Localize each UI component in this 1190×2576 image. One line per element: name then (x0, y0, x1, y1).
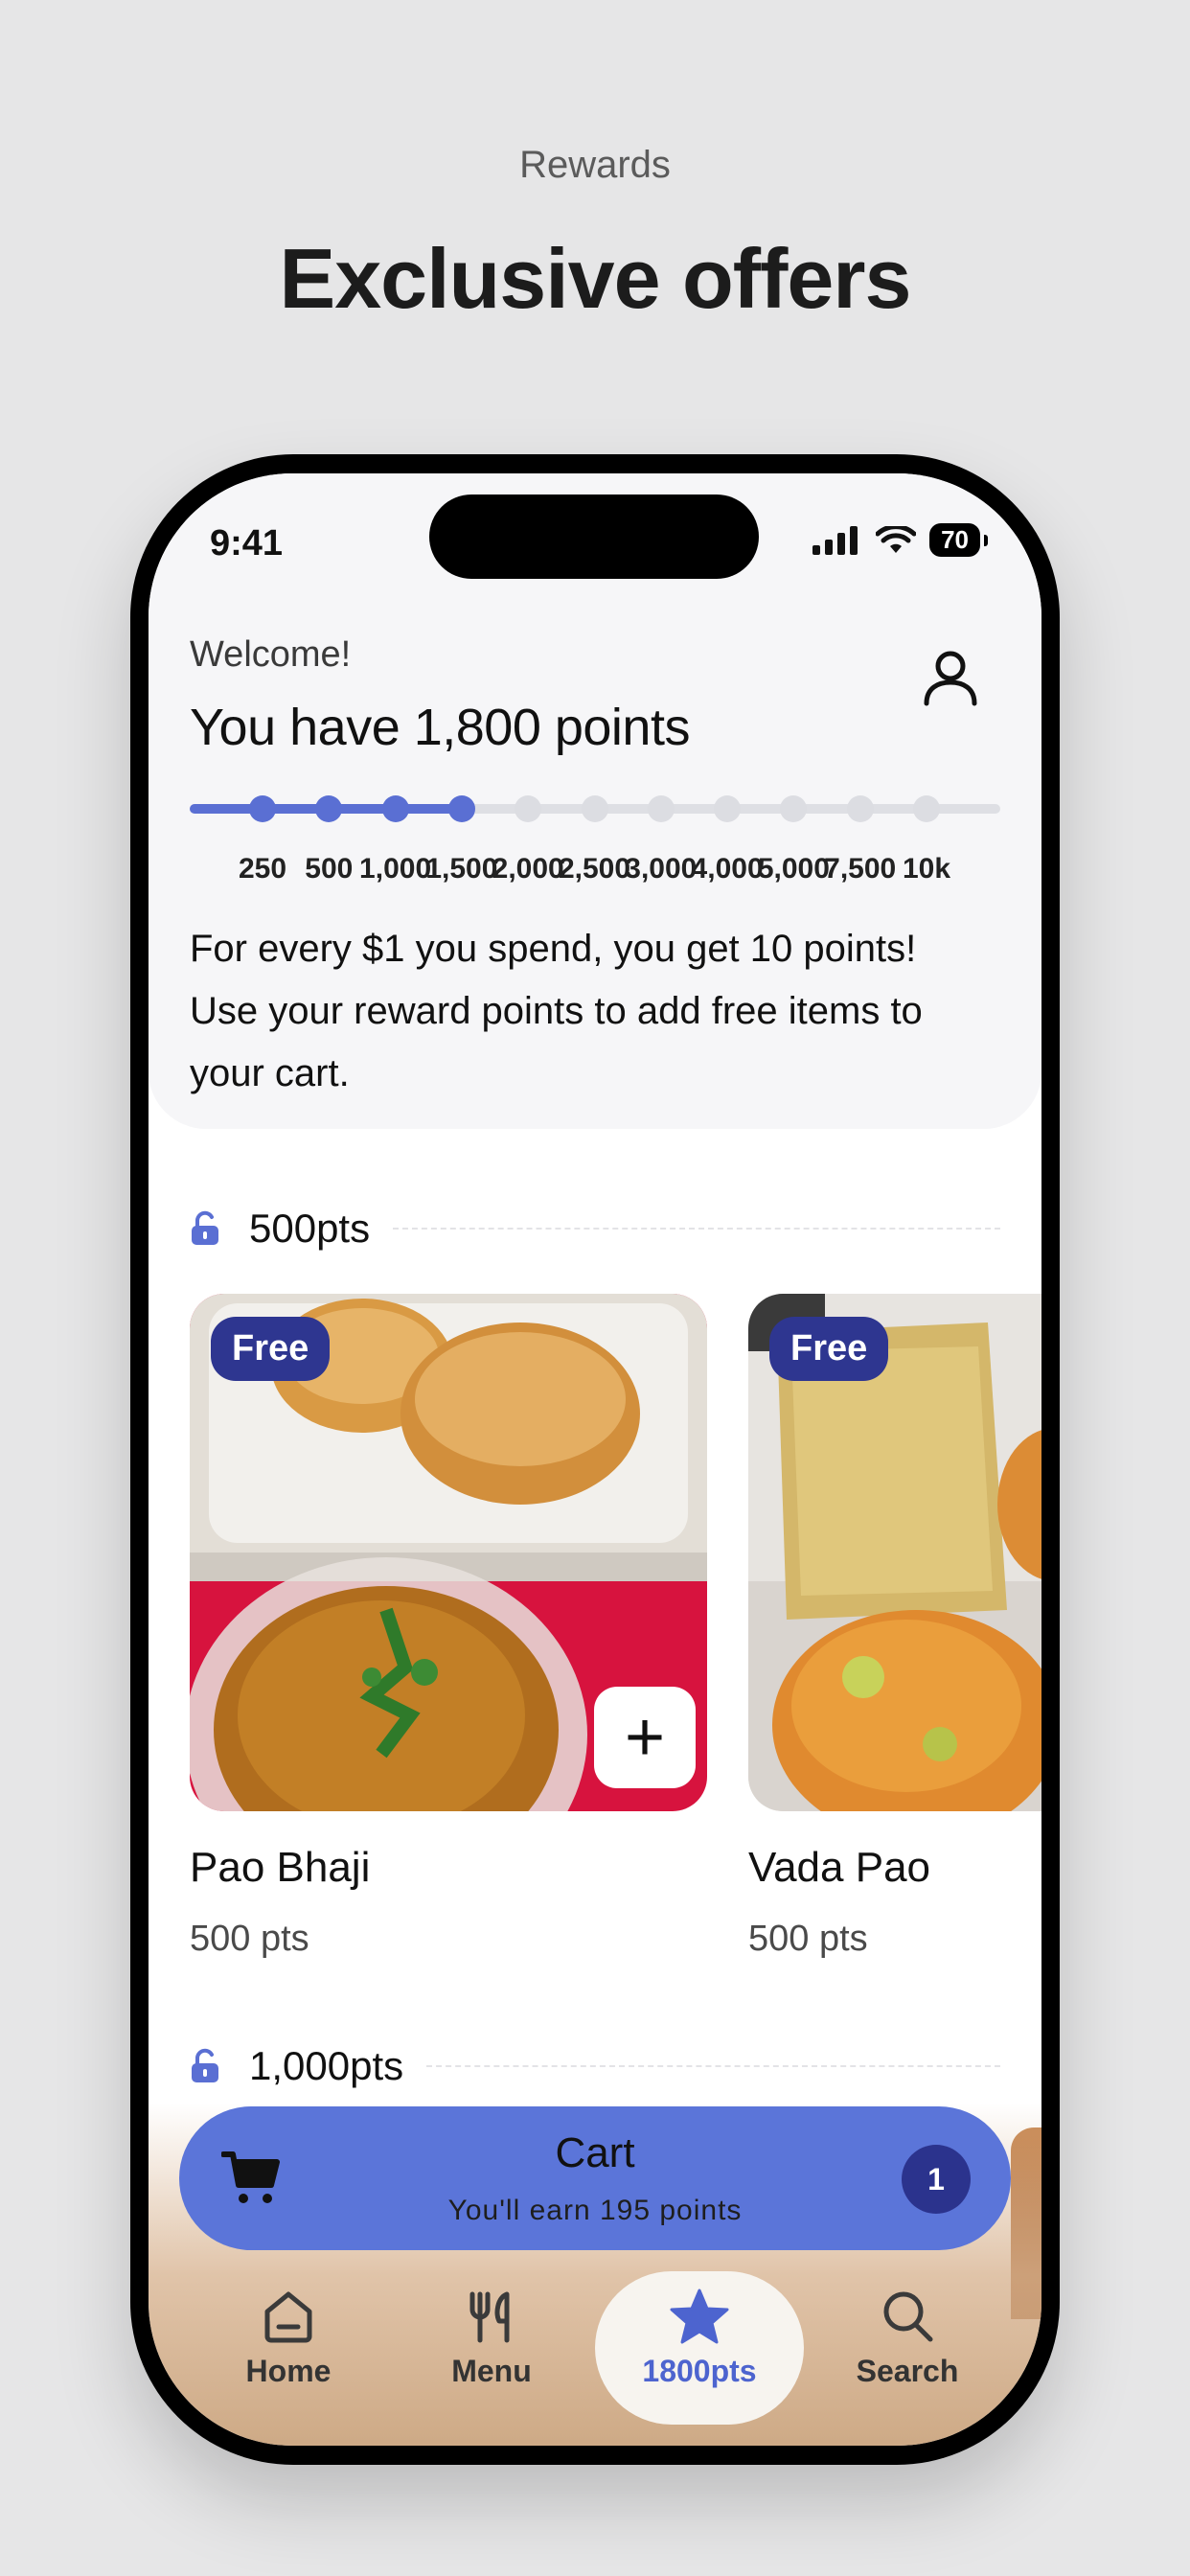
milestone-dot (447, 795, 475, 822)
tab-label: 1800pts (642, 2354, 757, 2388)
milestone-dot (913, 795, 940, 822)
milestone-dot (581, 795, 608, 822)
dynamic-island (429, 494, 759, 579)
phone-screen: 9:41 70 Welcome! You have 1,800 points 2… (149, 473, 1041, 2446)
home-icon (264, 2291, 312, 2343)
bottom-tab-bar: Home Menu 1800pts Search (149, 2271, 1041, 2434)
tier-header-500: 500pts (190, 1206, 1000, 1252)
milestone-dot (249, 795, 276, 822)
tier-label: 500pts (249, 1206, 371, 1251)
milestone-label: 500 (305, 853, 354, 885)
tier-divider (393, 1228, 1000, 1230)
tier-divider (426, 2065, 1000, 2067)
free-badge: Free (211, 1317, 331, 1381)
free-badge: Free (769, 1317, 889, 1381)
milestone-label: 10k (902, 853, 951, 885)
milestone-dot (714, 795, 742, 822)
milestone-label: 3,000 (625, 853, 698, 885)
signal-icon (812, 525, 858, 555)
item-photo[interactable]: Free + (190, 1294, 707, 1811)
wifi-icon (876, 525, 917, 553)
star-icon (670, 2288, 729, 2344)
unlock-icon (192, 1210, 218, 1245)
milestone-dot (780, 795, 808, 822)
welcome-text: Welcome! (190, 634, 352, 675)
points-balance-title: You have 1,800 points (190, 699, 690, 756)
cart-earn-text: You'll earn 195 points (447, 2195, 743, 2226)
milestone-label: 1,000 (359, 853, 432, 885)
item-photo[interactable]: Free (748, 1294, 1041, 1811)
milestone-dot (846, 795, 874, 822)
tab-label: Menu (451, 2354, 532, 2388)
unlock-icon (192, 2048, 218, 2082)
item-points: 500 pts (748, 1919, 868, 1959)
status-icons: 70 (812, 523, 988, 557)
battery-indicator: 70 (929, 523, 988, 557)
tab-label: Home (245, 2354, 332, 2388)
milestone-dot (381, 795, 409, 822)
cart-title: Cart (555, 2129, 635, 2176)
milestone-label: 5,000 (757, 853, 830, 885)
milestone-dot (315, 795, 343, 822)
points-progress-track (190, 795, 1000, 822)
tab-label: Search (856, 2354, 959, 2388)
header-title: Exclusive offers (279, 231, 912, 326)
tab-home[interactable]: Home (193, 2271, 384, 2425)
milestone-label: 4,000 (691, 853, 764, 885)
milestone-label: 250 (238, 853, 287, 885)
milestone-labels: 250 500 1,000 1,500 2,000 2,500 3,000 4,000 5,00… (190, 853, 1000, 891)
milestone-label: 2,000 (492, 853, 564, 885)
item-name: Pao Bhaji (190, 1844, 371, 1891)
add-to-cart-button[interactable]: + (594, 1687, 696, 1788)
cart-button[interactable]: Cart You'll earn 195 points 1 (179, 2106, 1011, 2250)
tier-header-1000: 1,000pts (190, 2043, 1000, 2089)
milestone-label: 7,500 (824, 853, 897, 885)
tab-rewards[interactable]: 1800pts (595, 2271, 804, 2425)
milestone-dot (647, 795, 675, 822)
rewards-description: For every $1 you spend, you get 10 point… (190, 928, 923, 1094)
milestone-label: 2,500 (558, 853, 631, 885)
search-icon (883, 2291, 933, 2342)
reward-item-card[interactable]: Free + Pao Bhaji 500 pts (190, 1294, 707, 1960)
utensils-icon (469, 2291, 510, 2343)
item-name: Vada Pao (748, 1844, 931, 1891)
milestone-label: 1,500 (425, 853, 498, 885)
tier-label: 1,000pts (249, 2043, 404, 2088)
tab-search[interactable]: Search (812, 2271, 1003, 2425)
item-points: 500 pts (190, 1919, 309, 1959)
cart-count-badge: 1 (902, 2145, 971, 2214)
rewards-summary-card: 9:41 70 Welcome! You have 1,800 points 2… (149, 473, 1041, 1129)
tab-menu[interactable]: Menu (396, 2271, 587, 2425)
profile-icon[interactable] (921, 648, 980, 707)
milestone-dot (515, 795, 542, 822)
status-time: 9:41 (210, 523, 284, 564)
reward-item-card[interactable]: Free Vada Pao 500 pts (748, 1294, 1041, 1960)
header-eyebrow: Rewards (519, 144, 671, 186)
